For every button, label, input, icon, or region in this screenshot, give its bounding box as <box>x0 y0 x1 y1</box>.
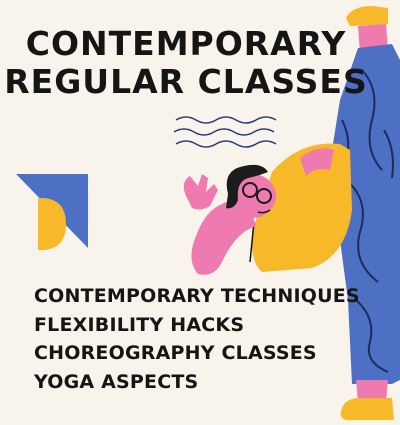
top-shoe <box>346 6 388 26</box>
feature-item: YOGA ASPECTS <box>34 370 199 393</box>
class-poster: CONTEMPORARY REGULAR CLASSES CONTEMPORAR… <box>0 0 400 425</box>
title-line-1: CONTEMPORARY <box>25 24 347 63</box>
feature-item: FLEXIBILITY HACKS <box>34 313 245 336</box>
feature-item: CONTEMPORARY TECHNIQUES <box>34 285 360 307</box>
hand <box>183 174 218 210</box>
bottom-shoe <box>340 398 394 420</box>
features-list: CONTEMPORARY TECHNIQUES FLEXIBILITY HACK… <box>34 282 360 396</box>
title-line-2: REGULAR CLASSES <box>4 62 368 101</box>
geometric-shape-decoration <box>16 174 88 250</box>
wavy-lines-decoration <box>173 116 277 148</box>
feature-item: CHOREOGRAPHY CLASSES <box>34 342 317 364</box>
